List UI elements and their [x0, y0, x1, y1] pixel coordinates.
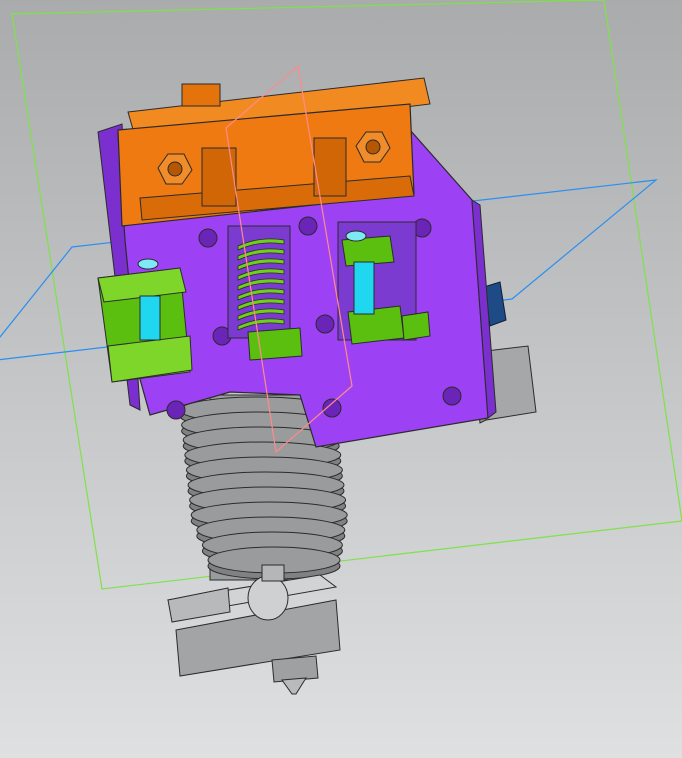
nozzle-tip	[281, 677, 307, 695]
cad-viewport[interactable]	[0, 0, 682, 758]
center-block	[247, 327, 303, 361]
left-rod-top-cap	[137, 258, 159, 270]
mounting-hole	[442, 386, 462, 406]
bearing-block-left[interactable]	[97, 258, 193, 383]
heat-break-cylinder	[247, 575, 289, 621]
mounting-hole	[198, 228, 218, 248]
mounting-hole	[166, 400, 186, 420]
heater-block-top-bar	[167, 587, 231, 623]
left-rod	[139, 295, 161, 341]
nozzle[interactable]	[271, 655, 319, 695]
bearing-block-center[interactable]	[247, 327, 303, 361]
mounting-hole	[315, 314, 335, 334]
mounting-hole	[322, 398, 342, 418]
fan-duct-boss	[181, 83, 221, 107]
nozzle-hex	[271, 655, 319, 683]
right-rod-top-cap	[345, 230, 367, 242]
right-small-block	[401, 311, 431, 341]
mounting-hole	[298, 216, 318, 236]
model-scene[interactable]	[0, 0, 682, 758]
hex-nut-right-bore	[365, 139, 381, 155]
heat-break-neck	[261, 564, 285, 582]
hex-nut-left-bore	[167, 161, 183, 177]
right-rod	[353, 261, 375, 315]
